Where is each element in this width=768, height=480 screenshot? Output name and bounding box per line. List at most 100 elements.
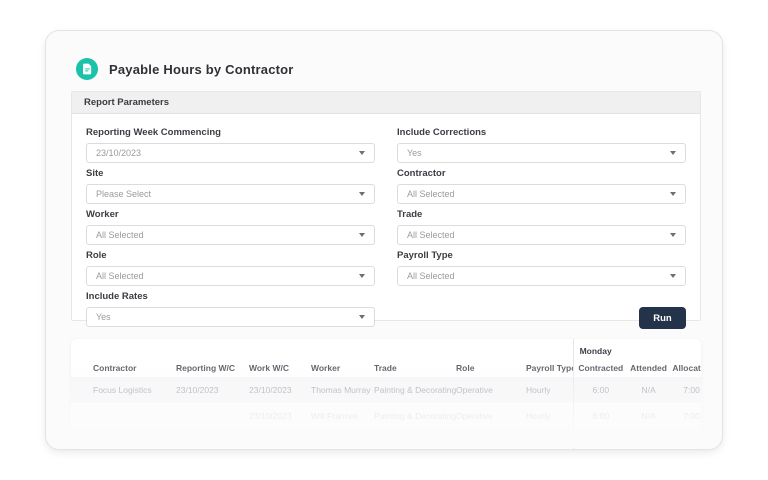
cell-worker: Amber Lee (311, 429, 374, 450)
chevron-down-icon (670, 151, 676, 155)
select-value: All Selected (407, 189, 455, 199)
contractor-select[interactable]: All Selected (397, 184, 686, 204)
field-payroll-type: Payroll Type All Selected (397, 250, 686, 286)
table-header-row: Contractor Reporting W/C Work W/C Worker… (71, 359, 701, 377)
cell-attended: N/A (628, 377, 669, 403)
cell-contracted: 6:00 (573, 403, 628, 429)
payroll-type-select[interactable]: All Selected (397, 266, 686, 286)
field-label: Trade (397, 209, 686, 220)
cell-contractor: Focus Logistics (71, 377, 176, 403)
cell-allocated: 7:00 (669, 403, 701, 429)
field-worker: Worker All Selected (86, 209, 375, 245)
payable-hours-table: Monday Contractor Reporting W/C Work W/C… (71, 339, 701, 450)
report-document-icon (76, 58, 98, 80)
results-table-card: Monday Contractor Reporting W/C Work W/C… (71, 339, 701, 450)
day-group-spacer (71, 339, 573, 359)
cell-reporting-wc (176, 403, 249, 429)
select-value: Yes (96, 312, 111, 322)
cell-reporting-wc: 23/10/2023 (176, 377, 249, 403)
cell-role: Operative (456, 403, 526, 429)
column-header: Payroll Type (526, 359, 573, 377)
document-icon (82, 63, 93, 75)
cell-attended: N/A (628, 403, 669, 429)
chevron-down-icon (359, 274, 365, 278)
table-row: 23/10/2023 Will Frances Painting & Decor… (71, 403, 701, 429)
column-header: Role (456, 359, 526, 377)
cell-reporting-wc (176, 429, 249, 450)
worker-select[interactable]: All Selected (86, 225, 375, 245)
column-header: Work W/C (249, 359, 311, 377)
cell-contractor (71, 403, 176, 429)
cell-allocated: 7:00 (669, 429, 701, 450)
field-site: Site Please Select (86, 168, 375, 204)
cell-payroll-type: Hourly (526, 377, 573, 403)
day-group-row: Monday (71, 339, 701, 359)
chevron-down-icon (359, 233, 365, 237)
cell-contractor (71, 429, 176, 450)
site-select[interactable]: Please Select (86, 184, 375, 204)
trade-select[interactable]: All Selected (397, 225, 686, 245)
run-button[interactable]: Run (639, 307, 686, 329)
field-label: Worker (86, 209, 375, 220)
column-header: Allocated (669, 359, 701, 377)
cell-contracted: 6:00 (573, 377, 628, 403)
panel-title: Report Parameters (72, 92, 700, 114)
form-column-left: Reporting Week Commencing 23/10/2023 Sit… (86, 123, 375, 332)
cell-worker: Thomas Murray (311, 377, 374, 403)
field-role: Role All Selected (86, 250, 375, 286)
select-value: All Selected (96, 271, 144, 281)
report-parameters-panel: Report Parameters Reporting Week Commenc… (71, 91, 701, 321)
column-header: Contractor (71, 359, 176, 377)
day-group-label: Monday (573, 339, 701, 359)
cell-work-wc-correction: 16/10/2023 (249, 429, 311, 450)
field-label: Include Corrections (397, 127, 686, 138)
cell-payroll-type: Hourly (526, 429, 573, 450)
report-card: Payable Hours by Contractor Report Param… (45, 30, 723, 450)
field-trade: Trade All Selected (397, 209, 686, 245)
field-label: Contractor (397, 168, 686, 179)
select-value: Yes (407, 148, 422, 158)
chevron-down-icon (359, 151, 365, 155)
field-label: Payroll Type (397, 250, 686, 261)
cell-worker: Will Frances (311, 403, 374, 429)
chevron-down-icon (359, 192, 365, 196)
select-value: All Selected (96, 230, 144, 240)
table-row: 16/10/2023 Amber Lee Painting & Decorati… (71, 429, 701, 450)
cell-attended: N/A (628, 429, 669, 450)
role-select[interactable]: All Selected (86, 266, 375, 286)
chevron-down-icon (670, 274, 676, 278)
field-label: Role (86, 250, 375, 261)
cell-trade: Painting & Decorating (374, 377, 456, 403)
reporting-week-select[interactable]: 23/10/2023 (86, 143, 375, 163)
select-value: Please Select (96, 189, 151, 199)
cell-payroll-type: Hourly (526, 403, 573, 429)
column-header: Attended (628, 359, 669, 377)
include-rates-select[interactable]: Yes (86, 307, 375, 327)
page-title: Payable Hours by Contractor (109, 62, 294, 77)
column-header: Contracted (573, 359, 628, 377)
parameters-form: Reporting Week Commencing 23/10/2023 Sit… (72, 114, 700, 332)
column-header: Trade (374, 359, 456, 377)
run-row: Run (397, 307, 686, 329)
select-value: All Selected (407, 271, 455, 281)
table-row: Focus Logistics 23/10/2023 23/10/2023 Th… (71, 377, 701, 403)
form-column-right: Include Corrections Yes Contractor All S… (397, 123, 686, 332)
cell-trade: Painting & Decorating (374, 429, 456, 450)
chevron-down-icon (670, 192, 676, 196)
cell-allocated: 7:00 (669, 377, 701, 403)
field-label: Include Rates (86, 291, 375, 302)
column-header: Reporting W/C (176, 359, 249, 377)
field-reporting-week: Reporting Week Commencing 23/10/2023 (86, 127, 375, 163)
field-include-rates: Include Rates Yes (86, 291, 375, 327)
cell-role: Operative (456, 377, 526, 403)
cell-work-wc: 23/10/2023 (249, 377, 311, 403)
cell-role: Supervisor (456, 429, 526, 450)
cell-contracted: 6:00 (573, 429, 628, 450)
include-corrections-select[interactable]: Yes (397, 143, 686, 163)
select-value: 23/10/2023 (96, 148, 141, 158)
chevron-down-icon (359, 315, 365, 319)
field-label: Site (86, 168, 375, 179)
column-header: Worker (311, 359, 374, 377)
field-contractor: Contractor All Selected (397, 168, 686, 204)
cell-work-wc: 23/10/2023 (249, 403, 311, 429)
